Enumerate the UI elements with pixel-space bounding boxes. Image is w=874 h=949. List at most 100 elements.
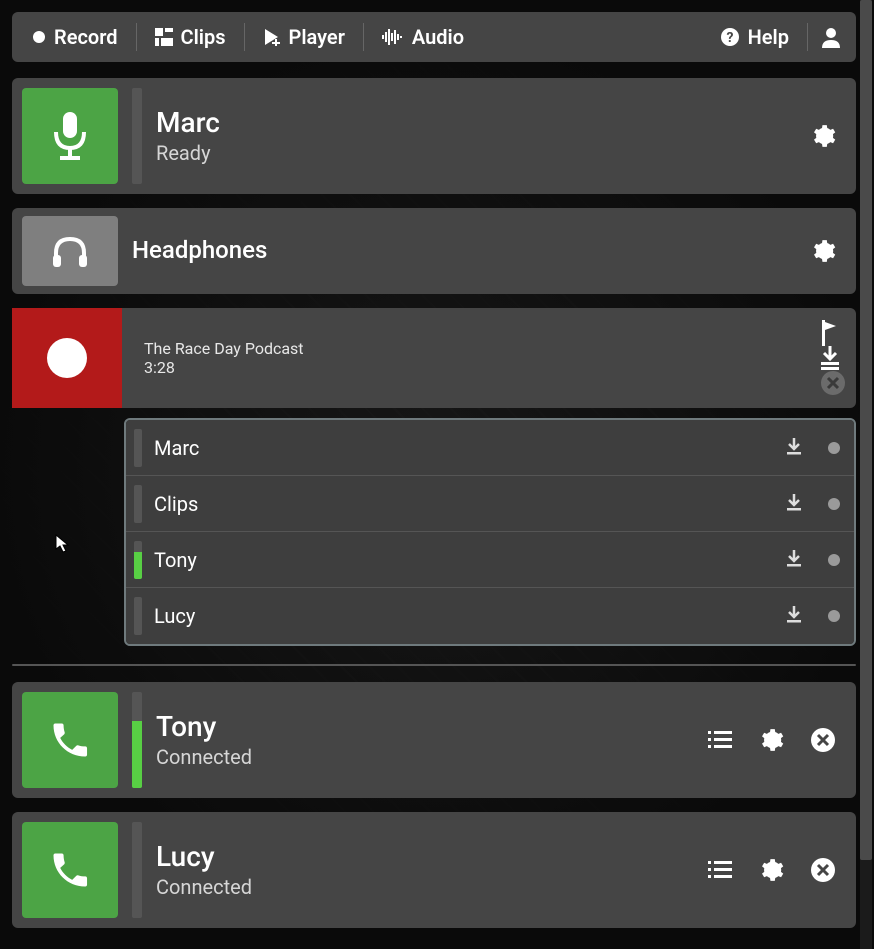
separator: [807, 23, 808, 51]
marker-button[interactable]: [820, 320, 846, 346]
headphones-tile[interactable]: [22, 216, 118, 286]
gear-icon: [810, 238, 836, 264]
list-icon: [708, 859, 732, 881]
audio-label: Audio: [412, 25, 464, 49]
record-button[interactable]: Record: [22, 19, 128, 55]
waveform-icon: [382, 28, 404, 46]
help-label: Help: [748, 25, 789, 49]
phone-icon: [48, 848, 92, 892]
mic-tile[interactable]: [22, 88, 118, 184]
guest-settings-button[interactable]: [758, 727, 784, 753]
section-divider: [12, 664, 856, 666]
track-download-button[interactable]: [784, 604, 804, 628]
call-tile[interactable]: [22, 692, 118, 788]
local-status: Ready: [156, 141, 796, 165]
close-icon: [810, 727, 836, 753]
guest-status: Connected: [156, 745, 694, 769]
clips-icon: [155, 28, 173, 46]
help-icon: ?: [720, 27, 740, 47]
account-button[interactable]: [816, 20, 846, 54]
microphone-icon: [50, 110, 90, 162]
track-status-dot: [828, 554, 840, 566]
guest-settings-button[interactable]: [758, 857, 784, 883]
headphones-label: Headphones: [132, 237, 796, 265]
scrollbar-thumb[interactable]: [860, 0, 872, 860]
list-icon: [708, 729, 732, 751]
track-download-button[interactable]: [784, 492, 804, 516]
separator: [244, 23, 245, 51]
recording-elapsed: 3:28: [144, 358, 798, 377]
close-icon: [810, 857, 836, 883]
track-status-dot: [828, 610, 840, 622]
svg-text:?: ?: [726, 30, 733, 46]
track-row: Lucy: [126, 588, 854, 644]
play-icon: [263, 28, 281, 46]
download-icon: [820, 346, 840, 370]
recording-title: The Race Day Podcast: [144, 339, 798, 358]
headphones-icon: [50, 233, 90, 269]
track-status-dot: [828, 498, 840, 510]
toolbar: Record Clips Player Audio ? Help: [12, 12, 856, 62]
audio-button[interactable]: Audio: [372, 19, 474, 55]
guest-vu-meter: [132, 692, 142, 788]
download-all-button[interactable]: [820, 346, 846, 370]
guest-disconnect-button[interactable]: [810, 857, 836, 883]
record-label: Record: [54, 25, 118, 49]
mic-vu-meter: [132, 88, 142, 184]
guest-status: Connected: [156, 875, 694, 899]
gear-icon: [810, 123, 836, 149]
track-name: Lucy: [154, 604, 772, 628]
guest-disconnect-button[interactable]: [810, 727, 836, 753]
track-row: Clips: [126, 476, 854, 532]
help-button[interactable]: ? Help: [710, 19, 799, 55]
scrollbar[interactable]: [860, 0, 872, 949]
call-tile[interactable]: [22, 822, 118, 918]
record-dot-icon: [32, 30, 46, 44]
download-icon: [784, 492, 804, 512]
track-vu-meter: [134, 429, 142, 467]
track-download-button[interactable]: [784, 548, 804, 572]
track-vu-meter: [134, 541, 142, 579]
close-icon: [820, 370, 846, 396]
track-download-button[interactable]: [784, 436, 804, 460]
recording-tile[interactable]: [12, 308, 122, 408]
guest-vu-meter: [132, 822, 142, 918]
close-recording-button[interactable]: [820, 370, 846, 396]
guest-name: Lucy: [156, 841, 694, 873]
track-vu-meter: [134, 597, 142, 635]
guest-name: Tony: [156, 711, 694, 743]
gear-icon: [758, 727, 784, 753]
record-indicator-icon: [47, 338, 87, 378]
clips-label: Clips: [181, 25, 226, 49]
user-icon: [820, 26, 842, 48]
headphones-settings-button[interactable]: [810, 238, 836, 264]
guest-card: Lucy Connected: [12, 812, 856, 928]
track-row: Tony: [126, 532, 854, 588]
local-mic-card: Marc Ready: [12, 78, 856, 194]
phone-icon: [48, 718, 92, 762]
guest-chat-button[interactable]: [708, 859, 732, 881]
headphones-card: Headphones: [12, 208, 856, 294]
download-icon: [784, 604, 804, 624]
track-name: Tony: [154, 548, 772, 572]
gear-icon: [758, 857, 784, 883]
clips-button[interactable]: Clips: [145, 19, 236, 55]
recording-card: The Race Day Podcast 3:28 Marc Clips: [12, 308, 856, 646]
download-icon: [784, 436, 804, 456]
player-button[interactable]: Player: [253, 19, 355, 55]
separator: [363, 23, 364, 51]
track-row: Marc: [126, 420, 854, 476]
local-name: Marc: [156, 107, 796, 139]
track-vu-meter: [134, 485, 142, 523]
player-label: Player: [289, 25, 345, 49]
track-status-dot: [828, 442, 840, 454]
track-name: Marc: [154, 436, 772, 460]
track-name: Clips: [154, 492, 772, 516]
local-settings-button[interactable]: [810, 123, 836, 149]
separator: [136, 23, 137, 51]
download-icon: [784, 548, 804, 568]
track-list: Marc Clips Tony Lucy: [124, 418, 856, 646]
guest-card: Tony Connected: [12, 682, 856, 798]
flag-icon: [820, 320, 838, 346]
guest-chat-button[interactable]: [708, 729, 732, 751]
